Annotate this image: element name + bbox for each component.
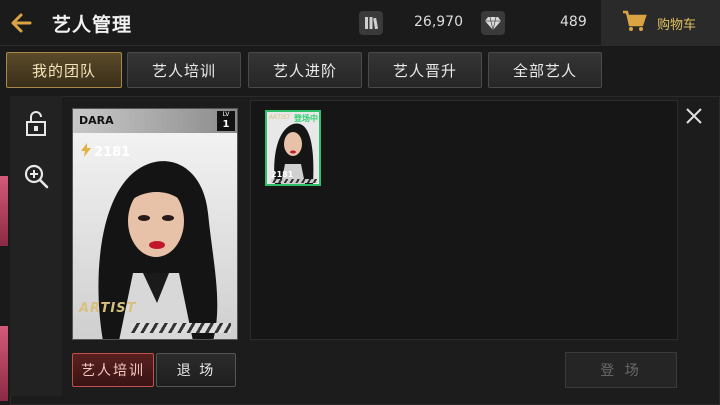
card-header: DARA LV 1 <box>73 109 237 133</box>
resource-value-diamonds: 489 <box>560 14 587 30</box>
strip-thumbnail <box>0 326 8 401</box>
tab-bar: 我的团队 艺人培训 艺人进阶 艺人晋升 全部艺人 <box>0 46 720 96</box>
left-edge-strip <box>0 96 10 405</box>
artist-card[interactable]: DARA LV 1 2181 ARTIST <box>72 108 238 340</box>
cart-label: 购物车 <box>657 17 697 33</box>
resource-value-books: 26,970 <box>414 14 463 30</box>
diamond-icon <box>481 11 505 35</box>
lock-icon[interactable] <box>22 110 50 138</box>
card-stripes <box>131 323 231 333</box>
close-icon[interactable] <box>684 106 704 126</box>
level-badge: LV 1 <box>217 111 235 131</box>
roster-card-logo: ARTIST <box>269 114 291 121</box>
debut-button[interactable]: 登 场 <box>565 352 677 388</box>
tab-artist-training[interactable]: 艺人培训 <box>127 52 241 88</box>
artist-training-button[interactable]: 艺人培训 <box>72 353 154 387</box>
top-bar: 艺人管理 26,970 489 购物车 <box>0 0 720 46</box>
book-icon <box>359 11 383 35</box>
page-title: 艺人管理 <box>52 14 133 36</box>
roster-card[interactable]: ARTIST 登场中 2181 <box>265 110 321 186</box>
level-value: 1 <box>222 119 230 130</box>
cart-icon <box>621 9 647 37</box>
leave-button[interactable]: 退 场 <box>156 353 236 387</box>
power-display: 2181 <box>81 143 130 161</box>
roster-card-stripes <box>271 179 317 183</box>
artist-name: DARA <box>79 114 114 127</box>
strip-thumbnail <box>0 176 8 246</box>
artist-logo: ARTIST <box>79 301 137 316</box>
roster-card-status: 登场中 <box>294 114 318 123</box>
roster-card-power: 2181 <box>271 170 294 179</box>
tab-artist-advance[interactable]: 艺人进阶 <box>248 52 362 88</box>
tab-all-artists[interactable]: 全部艺人 <box>488 52 602 88</box>
tab-artist-promotion[interactable]: 艺人晋升 <box>368 52 482 88</box>
power-value: 2181 <box>94 144 131 160</box>
zoom-in-icon[interactable] <box>22 162 50 190</box>
lightning-icon <box>81 143 91 161</box>
level-label: LV <box>222 111 230 118</box>
tab-my-team[interactable]: 我的团队 <box>6 52 122 88</box>
cart-button[interactable]: 购物车 <box>601 0 720 46</box>
back-arrow-icon[interactable] <box>8 9 36 37</box>
tool-column <box>10 96 62 396</box>
